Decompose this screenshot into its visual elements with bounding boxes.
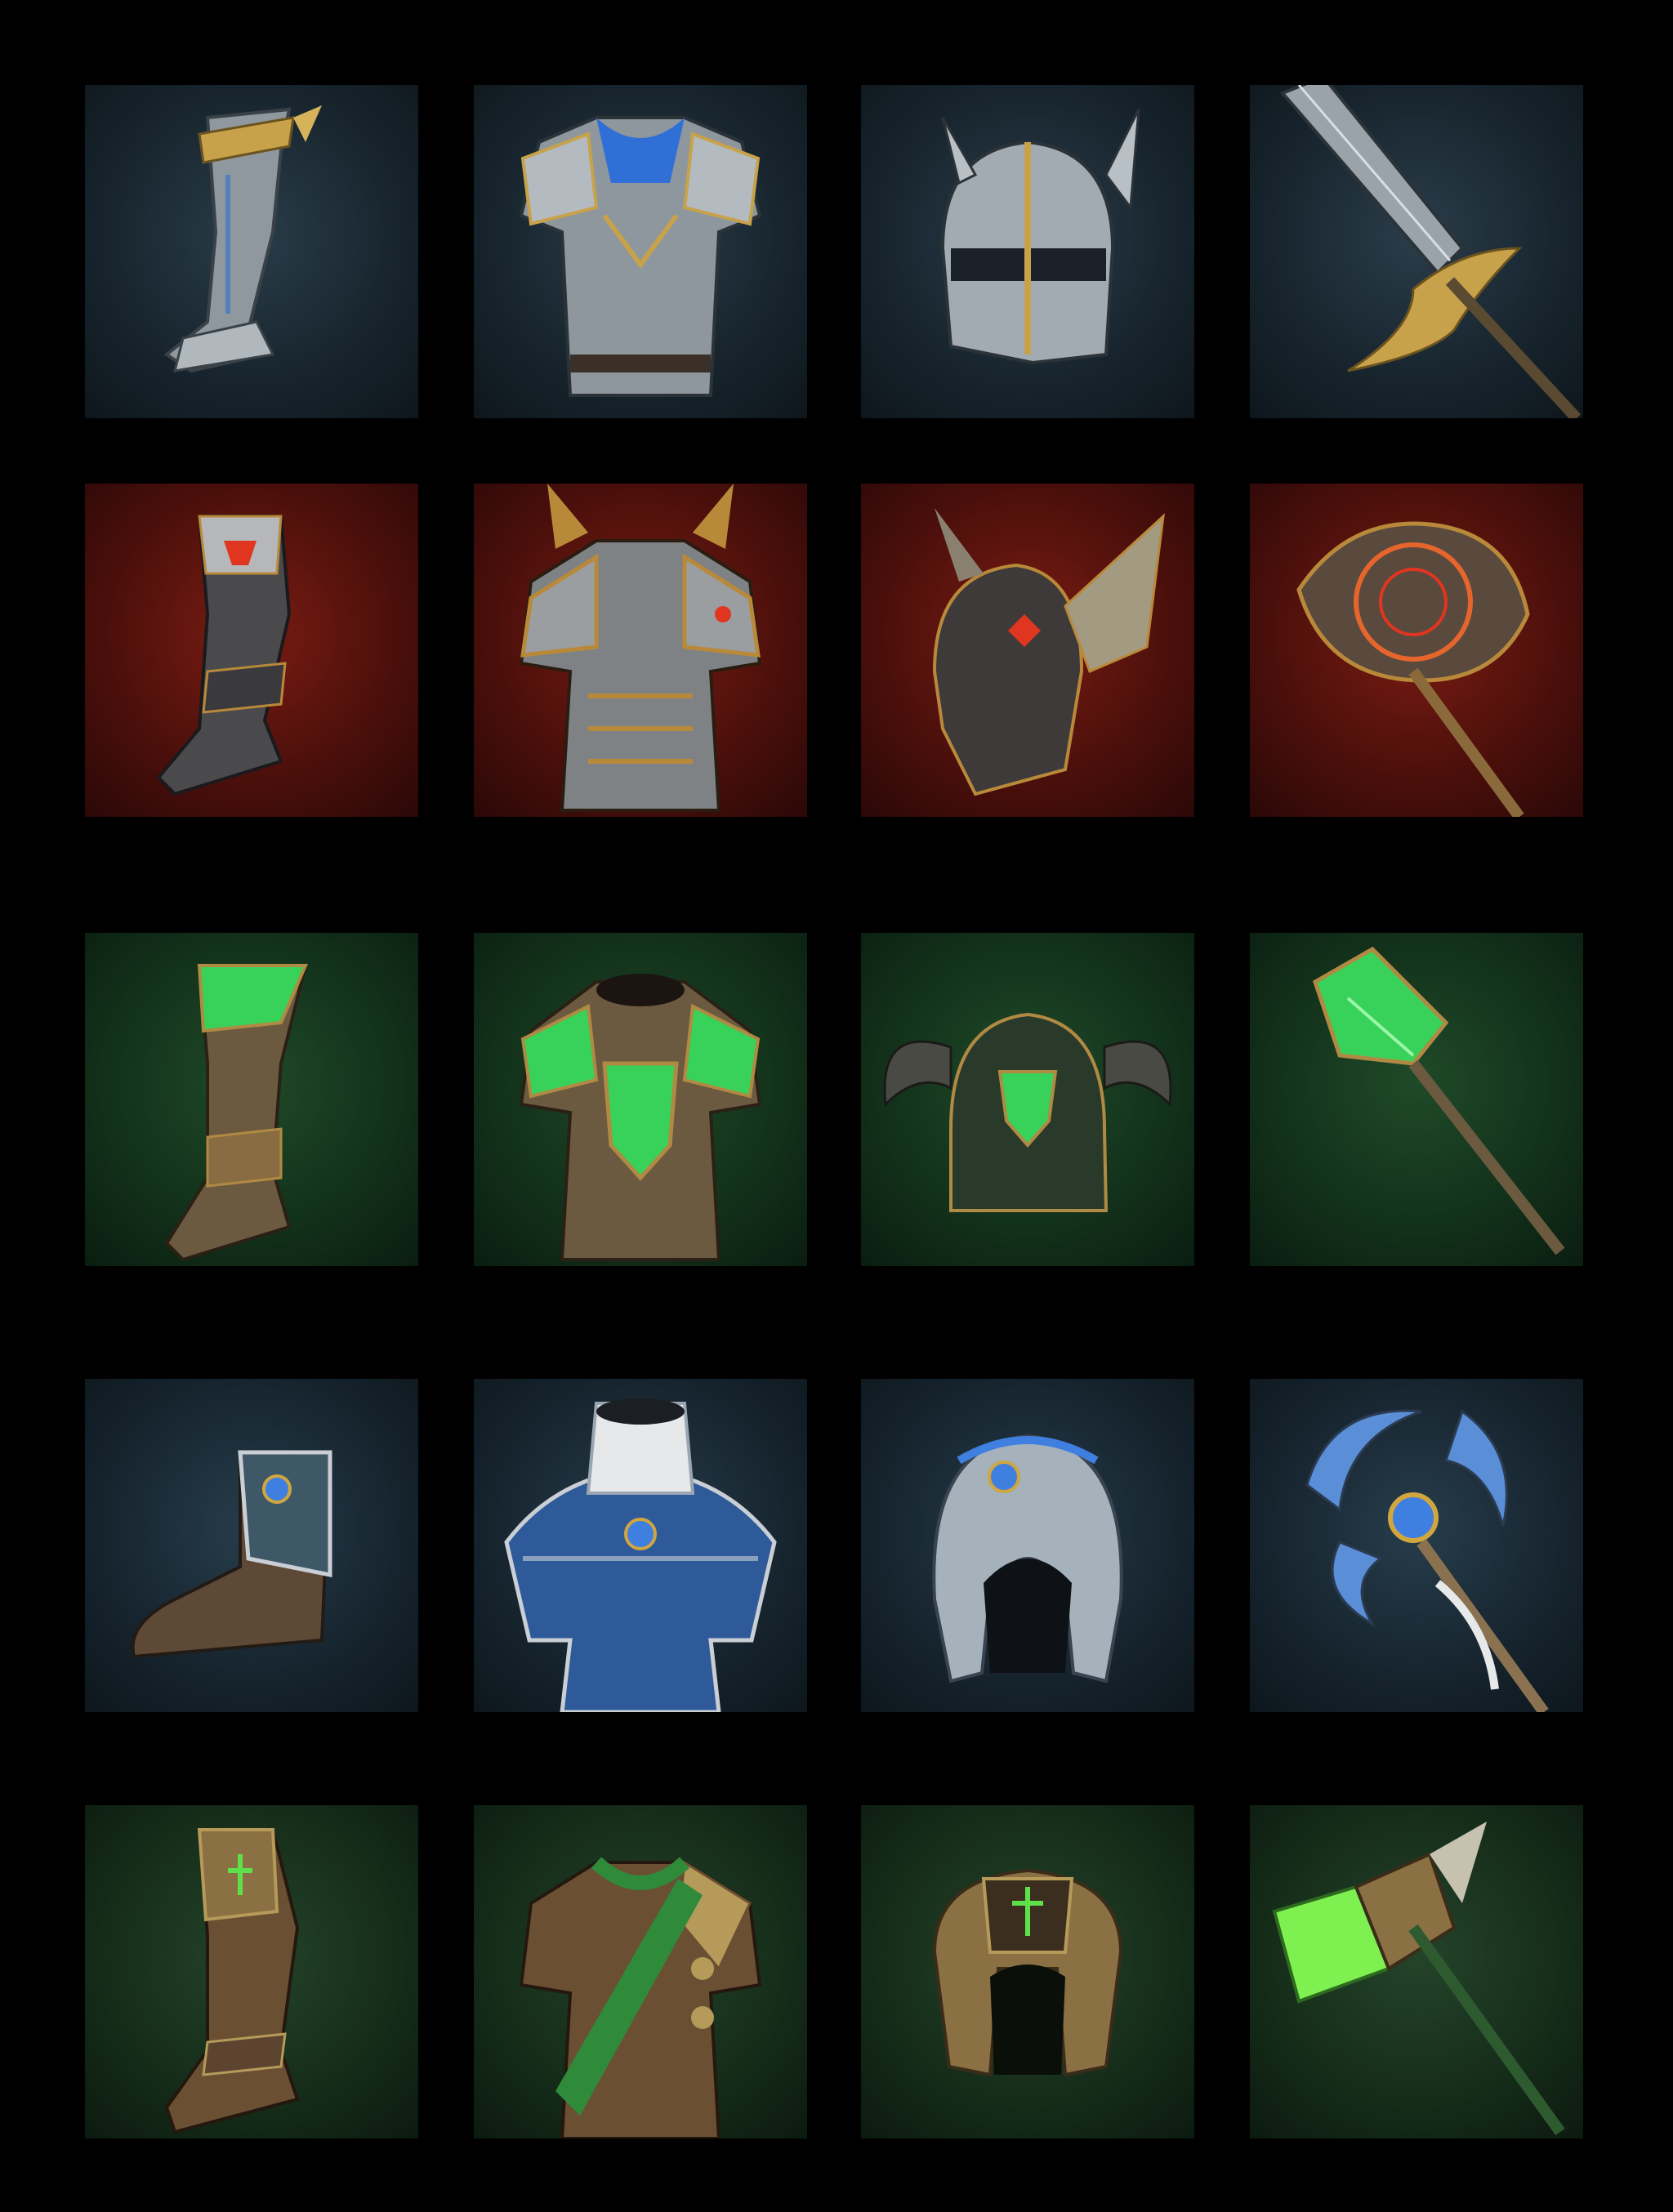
- verdant-tunic-slot[interactable]: [474, 1805, 807, 2138]
- hammer-icon: [1272, 1822, 1565, 2136]
- boot-icon: [164, 964, 309, 1262]
- arcane-staff-slot[interactable]: [1250, 1379, 1583, 1712]
- arcane-helmet-slot[interactable]: [861, 1379, 1194, 1712]
- arcane-boot-slot[interactable]: [85, 1379, 418, 1712]
- verdant-boot-slot[interactable]: [85, 1805, 418, 2138]
- crimson-boot-slot[interactable]: [85, 484, 418, 817]
- winged-helmet-icon: [932, 508, 1165, 796]
- emerald-boot-slot[interactable]: [85, 933, 418, 1266]
- steel-chestplate-slot[interactable]: [474, 85, 807, 418]
- boot-icon: [164, 1828, 300, 2134]
- boot-icon: [156, 515, 292, 796]
- steel-sword-slot[interactable]: [1250, 85, 1583, 418]
- axe-icon: [1296, 521, 1530, 817]
- tunic-icon: [519, 1857, 762, 2138]
- verdant-hammer-slot[interactable]: [1250, 1805, 1583, 2138]
- emerald-helmet-slot[interactable]: [861, 933, 1194, 1266]
- robe-icon: [504, 1398, 777, 1712]
- crimson-axe-slot[interactable]: [1250, 484, 1583, 817]
- helmet-icon: [940, 109, 1140, 365]
- mace-icon: [1312, 946, 1565, 1255]
- horned-helmet-icon: [883, 1012, 1172, 1212]
- crimson-helmet-slot[interactable]: [861, 484, 1194, 817]
- boot-icon: [131, 1450, 332, 1659]
- chestplate-icon: [519, 974, 762, 1261]
- hood-helmet-icon: [932, 1434, 1123, 1684]
- verdant-helmet-slot[interactable]: [861, 1805, 1194, 2138]
- steel-helmet-slot[interactable]: [861, 85, 1194, 418]
- crimson-chestplate-slot[interactable]: [474, 484, 807, 817]
- chestplate-icon: [519, 116, 762, 397]
- boot-icon: [163, 105, 322, 373]
- circlet-helmet-icon: [932, 1868, 1123, 2077]
- emerald-chestplate-slot[interactable]: [474, 933, 807, 1266]
- staff-icon: [1305, 1409, 1549, 1712]
- chestplate-icon: [519, 484, 762, 812]
- sword-icon: [1279, 85, 1582, 418]
- steel-boot-slot[interactable]: [85, 85, 418, 418]
- emerald-mace-slot[interactable]: [1250, 933, 1583, 1266]
- arcane-robe-slot[interactable]: [474, 1379, 807, 1712]
